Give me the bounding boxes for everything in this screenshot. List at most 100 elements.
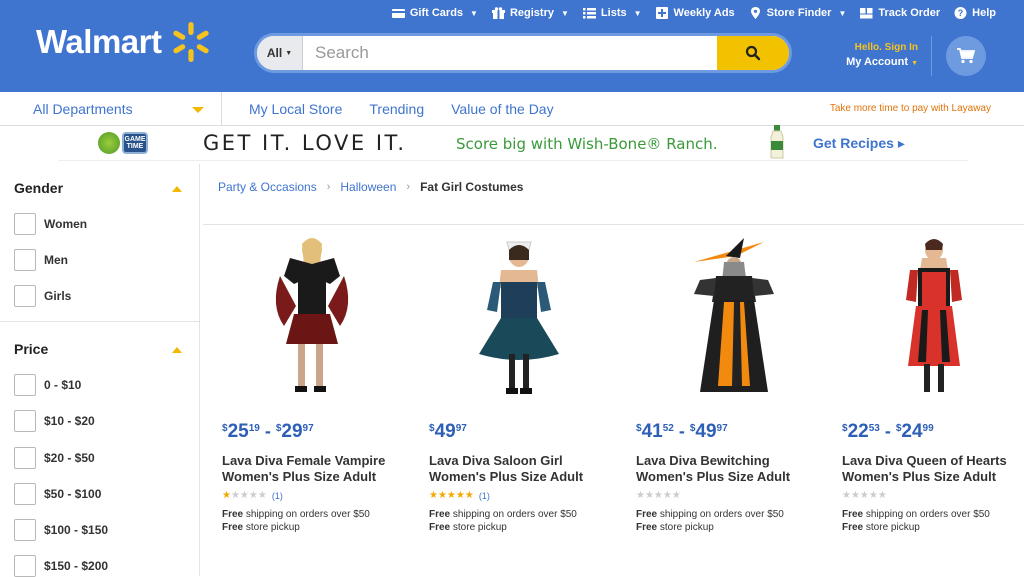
checkbox[interactable]	[14, 374, 36, 396]
product-image[interactable]	[664, 236, 784, 404]
my-local-store-link[interactable]: My Local Store	[249, 101, 342, 117]
value-of-the-day-link[interactable]: Value of the Day	[451, 101, 553, 117]
filter-sidebar: Gender Women Men Girls Price 0 - $10 $10…	[0, 164, 200, 577]
subnav-links: My Local Store Trending Value of the Day	[249, 101, 554, 117]
caret-icon: ▼	[285, 49, 293, 57]
trending-link[interactable]: Trending	[369, 101, 424, 117]
breadcrumb-halloween[interactable]: Halloween	[340, 180, 396, 194]
pickup-text: store pickup	[863, 522, 920, 533]
filter-women[interactable]: Women	[14, 213, 87, 235]
shipping-info: Free shipping on orders over $50 Free st…	[842, 508, 1024, 534]
filter-price-100-150[interactable]: $100 - $150	[14, 519, 108, 541]
review-count[interactable]: (1)	[479, 491, 490, 501]
product-title[interactable]: Lava Diva Queen of Hearts Women's Plus S…	[842, 453, 1024, 485]
product-title[interactable]: Lava Diva Female Vampire Women's Plus Si…	[222, 453, 422, 485]
chevron-up-icon[interactable]	[172, 347, 182, 353]
product-title-line: Women's Plus Size Adult	[636, 469, 791, 484]
search-input[interactable]	[303, 36, 717, 70]
product-image[interactable]	[457, 236, 577, 404]
product-image[interactable]	[870, 236, 990, 404]
get-recipes-link[interactable]: Get Recipes ▸	[813, 135, 905, 152]
filter-price-150-200[interactable]: $150 - $200	[14, 555, 108, 577]
product-card[interactable]: $41 52 - $49 97 Lava Diva Bewitching Women…	[636, 236, 836, 534]
breadcrumb: Party & Occasions › Halloween › Fat Girl…	[218, 180, 523, 194]
product-price: $22 53 - $24 99	[842, 421, 1024, 443]
topnav-registry[interactable]: Registry ▼	[491, 7, 569, 19]
product-rating[interactable]: ★★★★★ (1)	[429, 490, 629, 501]
free-label: Free	[429, 522, 451, 533]
checkbox[interactable]	[14, 483, 36, 505]
svg-text:?: ?	[958, 8, 964, 18]
layaway-link[interactable]: Take more time to pay with Layaway	[830, 103, 991, 114]
product-price: $41 52 - $49 97	[636, 421, 836, 443]
my-account-dropdown[interactable]: My Account ▼	[838, 56, 918, 68]
price-range-dash: -	[884, 421, 891, 441]
filter-price-10-20[interactable]: $10 - $20	[14, 410, 95, 432]
checkbox[interactable]	[14, 447, 36, 469]
promo-banner[interactable]: GAME TIME GET IT. LOVE IT. Score big wit…	[58, 125, 968, 161]
all-departments-dropdown[interactable]: All Departments	[33, 101, 133, 117]
product-card[interactable]: $22 53 - $24 99 Lava Diva Queen of Hearts …	[842, 236, 1024, 534]
product-card[interactable]: $25 19 - $29 97 Lava Diva Female Vampire W…	[222, 236, 422, 534]
checkbox[interactable]	[14, 519, 36, 541]
topnav-lists[interactable]: Lists ▼	[582, 7, 642, 19]
review-count[interactable]: (1)	[272, 491, 283, 501]
filter-price-50-100[interactable]: $50 - $100	[14, 483, 101, 505]
checkbox[interactable]	[14, 555, 36, 577]
free-label: Free	[222, 522, 244, 533]
price-cents: 19	[248, 423, 260, 434]
price-dollars: 49	[695, 421, 717, 442]
free-label: Free	[842, 522, 864, 533]
department-nav: All Departments My Local Store Trending …	[0, 92, 1024, 126]
product-rating: ★★★★★	[636, 490, 836, 501]
pickup-text: store pickup	[243, 522, 300, 533]
filter-girls[interactable]: Girls	[14, 285, 71, 307]
price-range-dash: -	[678, 421, 685, 441]
filter-label: $150 - $200	[44, 559, 109, 573]
price-cents: 53	[868, 423, 880, 434]
topnav-help[interactable]: ? Help	[954, 7, 996, 19]
dressing-bottle-image	[770, 125, 784, 159]
topnav-track-order[interactable]: Track Order	[860, 7, 940, 19]
topnav-label: Store Finder	[766, 7, 832, 19]
pin-icon	[750, 7, 760, 19]
product-image[interactable]	[250, 236, 370, 404]
filter-men[interactable]: Men	[14, 249, 68, 271]
search-scope-dropdown[interactable]: All ▼	[257, 36, 303, 70]
filter-price-20-50[interactable]: $20 - $50	[14, 447, 95, 469]
cart-button[interactable]	[946, 36, 986, 76]
topnav-gift-cards[interactable]: Gift Cards ▼	[391, 7, 478, 19]
facet-title-price[interactable]: Price	[14, 341, 48, 357]
checkbox[interactable]	[14, 249, 36, 271]
account-menu[interactable]: Hello. Sign In My Account ▼	[838, 42, 918, 68]
product-card[interactable]: $49 97 Lava Diva Saloon Girl Women's Plus…	[429, 236, 629, 534]
sign-in-link[interactable]: Hello. Sign In	[838, 42, 918, 53]
filter-label: Girls	[44, 289, 72, 303]
star-rating-icon: ★★★★★	[429, 490, 474, 501]
checkbox[interactable]	[14, 285, 36, 307]
breadcrumb-party-occasions[interactable]: Party & Occasions	[218, 180, 317, 194]
topnav-store-finder[interactable]: Store Finder ▼	[749, 7, 846, 19]
price-range-dash: -	[264, 421, 271, 441]
banner-tagline: Score big with Wish-Bone® Ranch.	[456, 135, 718, 153]
filter-label: 0 - $10	[44, 378, 82, 392]
chevron-down-icon[interactable]	[192, 107, 204, 113]
price-cents: 97	[302, 423, 314, 434]
logo-text: Walmart	[36, 23, 162, 60]
search-button[interactable]	[717, 36, 789, 70]
product-price: $25 19 - $29 97	[222, 421, 422, 443]
product-rating[interactable]: ★★★★★ (1)	[222, 490, 422, 501]
checkbox[interactable]	[14, 213, 36, 235]
walmart-logo[interactable]: Walmart	[36, 20, 213, 64]
chevron-up-icon[interactable]	[172, 186, 182, 192]
topnav-weekly-ads[interactable]: Weekly Ads	[655, 7, 735, 19]
filter-price-0-10[interactable]: 0 - $10	[14, 374, 81, 396]
star-rating-icon: ★★★★★	[636, 490, 681, 501]
product-title[interactable]: Lava Diva Bewitching Women's Plus Size A…	[636, 453, 836, 485]
star-rating-icon: ★★★★★	[842, 490, 887, 501]
checkbox[interactable]	[14, 410, 36, 432]
topnav-label: Lists	[600, 7, 627, 19]
product-title[interactable]: Lava Diva Saloon Girl Women's Plus Size …	[429, 453, 629, 485]
product-title-line: Women's Plus Size Adult	[429, 469, 584, 484]
facet-title-gender[interactable]: Gender	[14, 180, 63, 196]
